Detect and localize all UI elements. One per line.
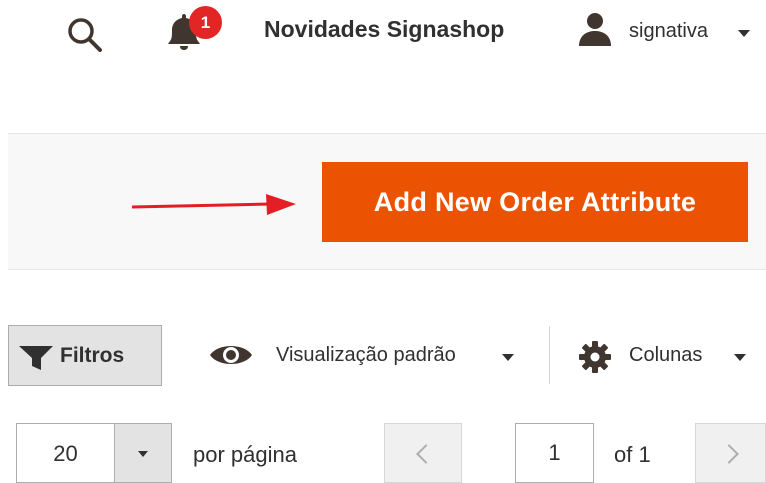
per-page-label: por página bbox=[193, 442, 297, 467]
search-icon[interactable] bbox=[64, 14, 104, 54]
chevron-down-icon bbox=[502, 354, 514, 361]
per-page-toggle[interactable] bbox=[114, 424, 171, 482]
chevron-down-icon bbox=[738, 30, 750, 37]
add-new-order-attribute-button[interactable]: Add New Order Attribute bbox=[322, 162, 748, 242]
page-total: of 1 bbox=[614, 442, 651, 467]
columns-label: Colunas bbox=[629, 344, 703, 366]
store-name-link[interactable]: Novidades Signashop bbox=[264, 16, 504, 43]
current-page-input[interactable] bbox=[515, 423, 594, 483]
previous-page-button[interactable] bbox=[384, 423, 462, 483]
chevron-left-icon bbox=[416, 444, 436, 464]
gear-icon bbox=[579, 341, 611, 373]
chevron-down-icon bbox=[734, 354, 746, 361]
admin-header: 1 Novidades Signashop signativa bbox=[0, 0, 766, 70]
filter-icon bbox=[19, 346, 53, 370]
account-name: signativa bbox=[629, 20, 708, 42]
filters-label: Filtros bbox=[60, 344, 125, 367]
chevron-down-icon bbox=[138, 451, 148, 457]
toolbar-divider bbox=[549, 326, 550, 384]
next-page-button[interactable] bbox=[695, 423, 766, 483]
eye-icon bbox=[210, 346, 252, 364]
user-icon bbox=[579, 13, 611, 46]
per-page-select[interactable]: 20 bbox=[16, 423, 172, 483]
filters-button[interactable]: Filtros bbox=[8, 325, 162, 386]
chevron-right-icon bbox=[719, 444, 739, 464]
view-label: Visualização padrão bbox=[276, 344, 456, 366]
notification-count-badge: 1 bbox=[189, 6, 222, 39]
annotation-arrow-icon bbox=[131, 194, 296, 215]
per-page-value: 20 bbox=[53, 441, 78, 466]
